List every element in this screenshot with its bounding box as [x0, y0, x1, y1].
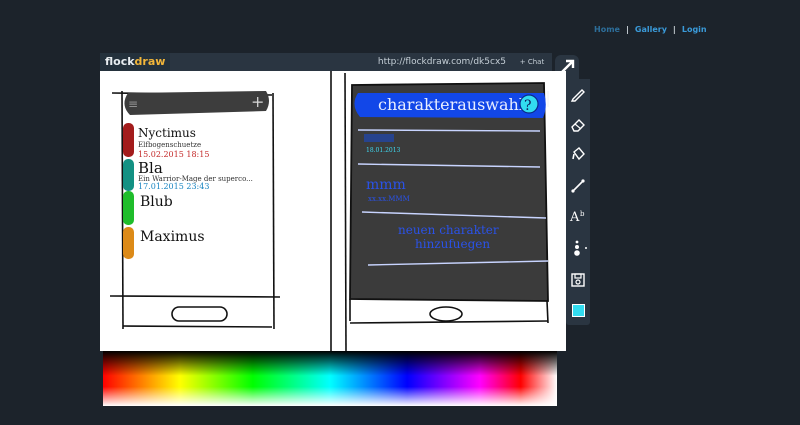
left-phone-header [124, 91, 269, 115]
save-tool[interactable] [566, 269, 590, 291]
add-icon: + [251, 92, 264, 111]
drawing-canvas[interactable]: ≡ + Nyctimus Elfbogenschuetze 15.02.2015… [100, 71, 566, 351]
svg-text:A: A [569, 210, 580, 224]
entry-subtitle: xx.xx.MMM [368, 195, 410, 203]
flockdraw-logo[interactable]: flockdraw [100, 53, 171, 71]
fill-bucket-icon [572, 147, 585, 161]
list-item-color-bar [123, 191, 134, 225]
brush-size-tool[interactable] [566, 237, 590, 259]
fill-tool[interactable] [566, 143, 590, 165]
line-icon [571, 179, 585, 193]
chat-button[interactable]: + Chat [512, 53, 552, 71]
list-item-color-bar [123, 227, 134, 259]
entry-title-scribble [364, 134, 394, 142]
home-link[interactable]: Home [594, 25, 620, 34]
list-item-color-bar [123, 159, 134, 191]
list-item-name: Nyctimus [138, 126, 196, 140]
svg-text:b: b [580, 210, 585, 218]
current-color-button[interactable] [566, 299, 590, 321]
text-icon: Ab [569, 210, 585, 224]
right-phone-bottom [349, 299, 549, 324]
new-character-line2[interactable]: hinzufuegen [415, 237, 490, 251]
menu-icon: ≡ [128, 97, 138, 111]
new-character-line1[interactable]: neuen charakter [398, 223, 499, 237]
gallery-link[interactable]: Gallery [635, 25, 667, 34]
save-icon [571, 273, 585, 287]
pencil-icon [570, 89, 585, 102]
color-swatch [571, 303, 585, 317]
sketch: ≡ + Nyctimus Elfbogenschuetze 15.02.2015… [109, 71, 549, 351]
top-nav: Home | Gallery | Login [594, 25, 707, 34]
entry-title: mmm [366, 177, 406, 193]
room-url[interactable]: http://flockdraw.com/dk5cx5 [378, 53, 506, 71]
brush-size-icon [574, 240, 587, 256]
text-tool[interactable]: Ab [566, 205, 590, 227]
list-item-color-bar [123, 123, 134, 157]
login-link[interactable]: Login [682, 25, 707, 34]
entry-date: 18.01.2013 [366, 147, 401, 154]
app-header: flockdraw http://flockdraw.com/dk5cx5 + … [100, 53, 552, 71]
list-item-name: Blub [140, 194, 173, 210]
header-title: charakterauswahl [378, 95, 524, 114]
list-item-subtitle: Elfbogenschuetze [138, 141, 201, 149]
list-item-date: 15.02.2015 18:15 [138, 150, 209, 159]
line-tool[interactable] [566, 175, 590, 197]
color-palette[interactable] [103, 351, 557, 406]
eraser-tool[interactable] [566, 113, 590, 135]
eraser-icon [571, 119, 585, 132]
help-icon: ? [524, 98, 532, 114]
list-item-date: 17.01.2015 23:43 [138, 182, 209, 191]
list-item-name: Maximus [140, 229, 205, 245]
pencil-tool[interactable] [566, 83, 590, 105]
tool-panel: Ab [566, 79, 590, 325]
